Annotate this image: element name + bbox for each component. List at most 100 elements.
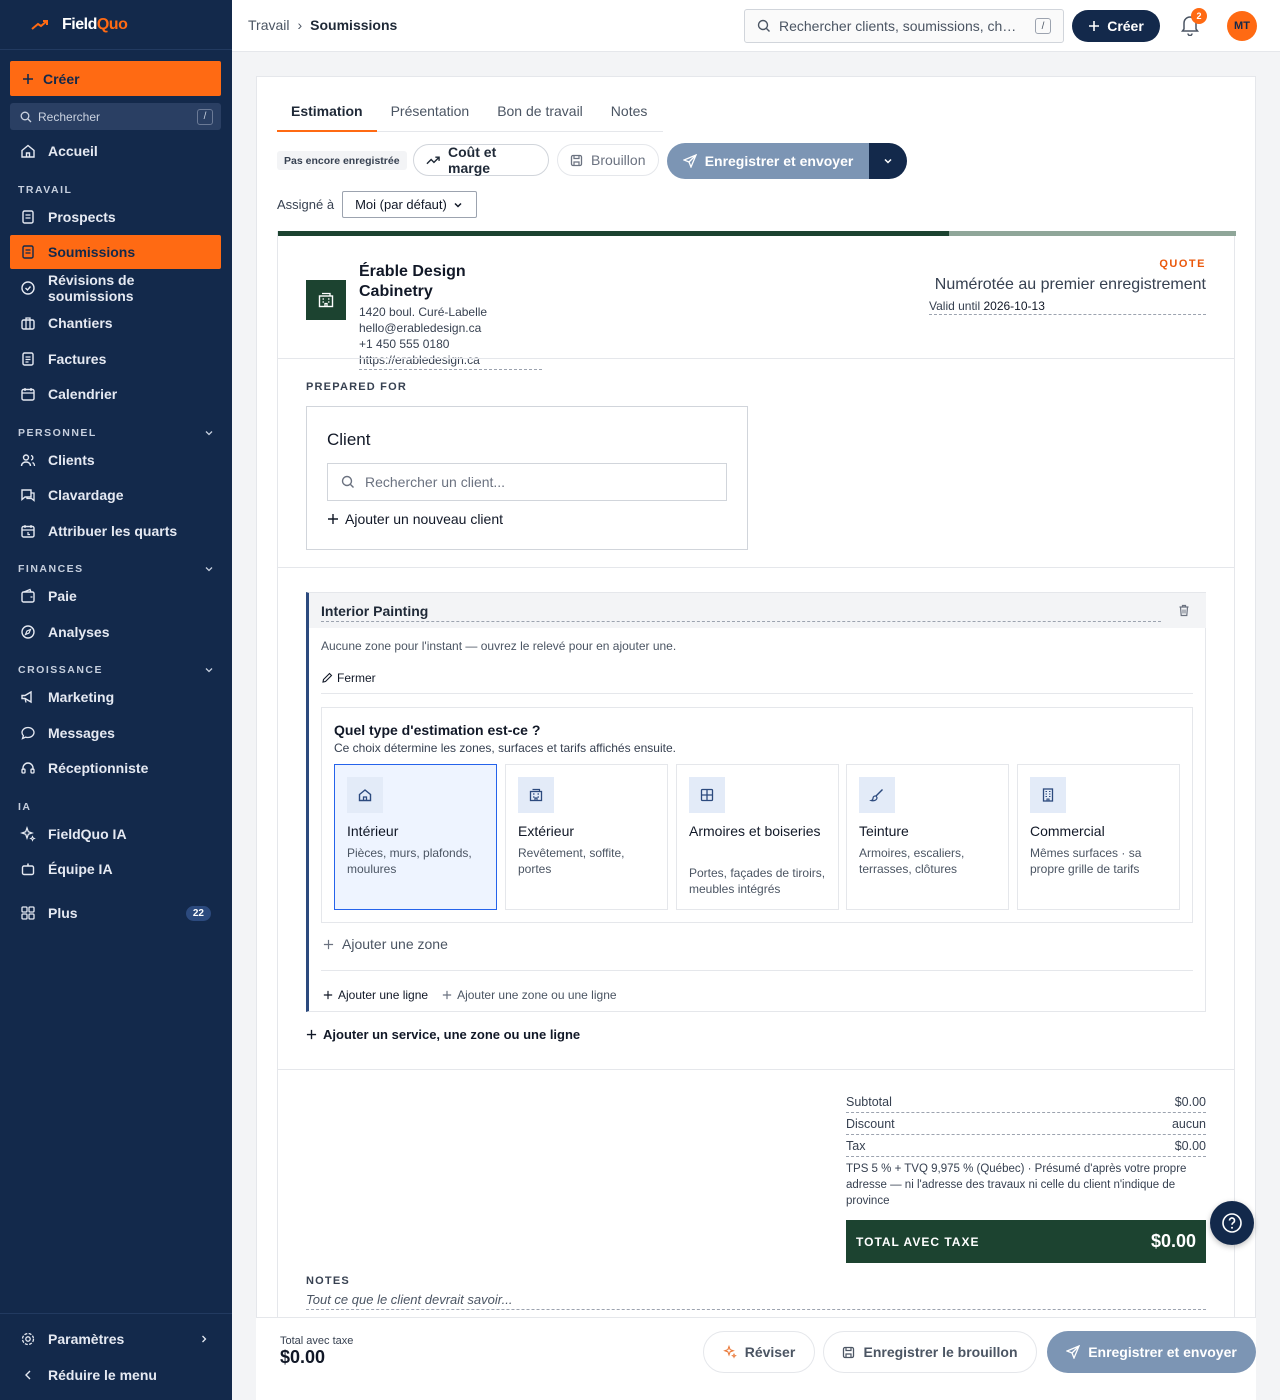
- tab-presentation[interactable]: Présentation: [377, 91, 484, 131]
- tab-bon-de-travail[interactable]: Bon de travail: [483, 91, 597, 131]
- sidebar-item-marketing[interactable]: Marketing: [10, 680, 221, 714]
- sidebar-create-button[interactable]: Créer: [10, 61, 221, 96]
- valid-until-field[interactable]: Valid until 2026-10-13: [929, 299, 1206, 315]
- chevron-down-icon: [454, 202, 462, 208]
- breadcrumb-parent[interactable]: Travail: [248, 17, 290, 33]
- draft-button[interactable]: Brouillon: [557, 144, 659, 176]
- create-label: Créer: [1107, 18, 1144, 34]
- estimate-type-name: Intérieur: [347, 823, 399, 839]
- bottom-save-send-button[interactable]: Enregistrer et envoyer: [1047, 1331, 1256, 1373]
- estimate-type-exterieur[interactable]: Extérieur Revêtement, soffite, portes: [505, 764, 668, 910]
- help-button[interactable]: [1210, 1201, 1254, 1245]
- service-actions: Ajouter une ligne Ajouter une zone ou un…: [323, 988, 617, 1002]
- close-survey-button[interactable]: Fermer: [321, 671, 376, 685]
- sidebar-create-label: Créer: [43, 70, 80, 87]
- save-draft-button[interactable]: Enregistrer le brouillon: [823, 1331, 1037, 1373]
- sidebar-item-fieldquo-ia[interactable]: FieldQuo IA: [10, 817, 221, 851]
- sidebar-item-label: Plus: [48, 905, 78, 921]
- sidebar-item-calendrier[interactable]: Calendrier: [10, 377, 221, 411]
- assignee-select[interactable]: Moi (par défaut): [342, 191, 478, 218]
- company-name: Érable Design Cabinetry: [359, 263, 466, 300]
- sidebar-item-label: Réduire le menu: [48, 1367, 157, 1383]
- service-title[interactable]: Interior Painting: [321, 603, 1161, 622]
- brand-name: FieldQuo: [62, 15, 128, 33]
- sidebar-item-clients[interactable]: Clients: [10, 443, 221, 477]
- service-empty-note: Aucune zone pour l'instant — ouvrez le r…: [321, 639, 677, 653]
- section-personnel[interactable]: PERSONNEL: [18, 427, 214, 439]
- notes-input[interactable]: Tout ce que le client devrait savoir...: [306, 1292, 1206, 1310]
- add-zone-button[interactable]: Ajouter une zone: [323, 936, 448, 952]
- brand-logo[interactable]: FieldQuo: [0, 0, 232, 50]
- sidebar-item-messages[interactable]: Messages: [10, 716, 221, 750]
- estimate-type-commercial[interactable]: Commercial Mêmes surfaces · sa propre gr…: [1017, 764, 1180, 910]
- estimate-type-armoires[interactable]: Armoires et boiseries Portes, façades de…: [676, 764, 839, 910]
- company-logo[interactable]: [306, 280, 346, 320]
- sidebar-item-accueil[interactable]: Accueil: [10, 134, 221, 168]
- tax-row[interactable]: Tax $0.00: [846, 1135, 1206, 1157]
- section-finances[interactable]: FINANCES: [18, 563, 214, 575]
- sidebar-item-plus[interactable]: Plus 22: [10, 896, 221, 930]
- shortcut-key: /: [1035, 18, 1051, 34]
- question-icon: [1222, 1213, 1242, 1233]
- estimate-type-description: Pièces, murs, plafonds, moulures: [347, 846, 472, 876]
- estimate-type-description: Armoires, escaliers, terrasses, clôtures: [859, 846, 965, 876]
- sidebar-item-analyses[interactable]: Analyses: [10, 615, 221, 649]
- close-label: Fermer: [337, 671, 376, 685]
- pencil-icon: [322, 672, 333, 683]
- trash-icon[interactable]: [1178, 604, 1190, 617]
- global-search-input[interactable]: Rechercher clients, soumissions, ch… /: [744, 9, 1064, 43]
- add-line-button[interactable]: Ajouter une ligne: [323, 988, 428, 1002]
- sidebar-item-quarts[interactable]: Attribuer les quarts: [10, 514, 221, 548]
- sidebar-item-revisions[interactable]: Révisions de soumissions: [10, 271, 221, 305]
- quote-editor: Estimation Présentation Bon de travail N…: [256, 76, 1256, 1400]
- add-zone-or-line-button[interactable]: Ajouter une zone ou une ligne: [442, 988, 617, 1002]
- collapse-menu-button[interactable]: Réduire le menu: [10, 1358, 221, 1392]
- sidebar-item-parametres[interactable]: Paramètres: [10, 1322, 221, 1356]
- company-address: 1420 boul. Curé-Labelle: [359, 305, 488, 319]
- sidebar-item-label: Réceptionniste: [48, 760, 149, 776]
- chat-icon: [21, 489, 35, 502]
- add-zone-label: Ajouter une zone: [342, 936, 448, 952]
- sidebar-item-label: Analyses: [48, 624, 110, 640]
- estimate-type-interieur[interactable]: Intérieur Pièces, murs, plafonds, moulur…: [334, 764, 497, 910]
- sidebar-item-factures[interactable]: Factures: [10, 342, 221, 376]
- headset-icon: [21, 762, 35, 774]
- users-icon: [20, 454, 36, 467]
- sidebar-item-label: Chantiers: [48, 315, 113, 331]
- avatar[interactable]: MT: [1227, 11, 1257, 41]
- send-icon: [1066, 1345, 1081, 1359]
- sidebar-item-prospects[interactable]: Prospects: [10, 200, 221, 234]
- tab-estimation[interactable]: Estimation: [277, 91, 377, 132]
- save-send-button[interactable]: Enregistrer et envoyer: [667, 143, 869, 179]
- sidebar-search[interactable]: Rechercher /: [10, 103, 221, 130]
- create-button[interactable]: Créer: [1072, 10, 1160, 42]
- sidebar-item-receptionniste[interactable]: Réceptionniste: [10, 751, 221, 785]
- tab-notes[interactable]: Notes: [597, 91, 662, 131]
- chevron-down-icon: [205, 431, 213, 436]
- discount-label: Discount: [846, 1116, 895, 1131]
- save-draft-label: Enregistrer le brouillon: [863, 1344, 1018, 1360]
- save-send-split-button: Enregistrer et envoyer: [667, 143, 907, 179]
- cost-margin-button[interactable]: Coût et marge: [413, 144, 549, 176]
- estimate-type-question: Quel type d'estimation est-ce ?: [334, 722, 541, 738]
- revise-button[interactable]: Réviser: [703, 1331, 815, 1373]
- add-service-button[interactable]: Ajouter un service, une zone ou une lign…: [306, 1027, 580, 1042]
- breadcrumb: Travail › Soumissions: [248, 17, 397, 33]
- bottom-total-label: Total avec taxe: [280, 1335, 354, 1347]
- plus-icon: [1089, 21, 1100, 31]
- estimate-type-teinture[interactable]: Teinture Armoires, escaliers, terrasses,…: [846, 764, 1009, 910]
- sidebar-item-label: Équipe IA: [48, 861, 113, 877]
- save-send-dropdown[interactable]: [869, 143, 907, 179]
- sidebar-item-paie[interactable]: Paie: [10, 579, 221, 613]
- sidebar-item-equipe-ia[interactable]: Équipe IA: [10, 852, 221, 886]
- client-search-input[interactable]: Rechercher un client...: [327, 463, 727, 501]
- add-client-button[interactable]: Ajouter un nouveau client: [327, 511, 503, 527]
- quote-progress-bar: [278, 231, 1236, 236]
- sidebar-item-clavardage[interactable]: Clavardage: [10, 478, 221, 512]
- sidebar-item-soumissions[interactable]: Soumissions: [10, 235, 221, 269]
- section-croissance[interactable]: CROISSANCE: [18, 664, 214, 676]
- client-search-placeholder: Rechercher un client...: [365, 474, 506, 490]
- discount-row[interactable]: Discount aucun: [846, 1113, 1206, 1135]
- sidebar-item-chantiers[interactable]: Chantiers: [10, 306, 221, 340]
- company-info[interactable]: Érable Design Cabinetry 1420 boul. Curé-…: [359, 262, 542, 370]
